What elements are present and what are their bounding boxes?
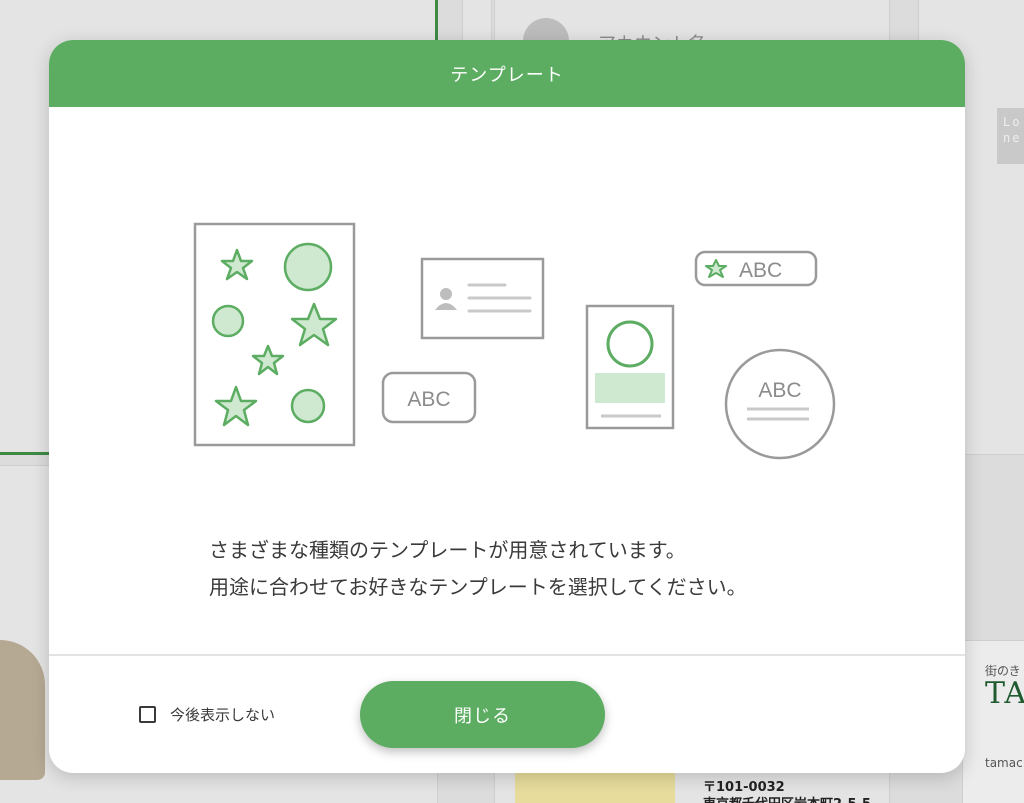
abc-label-text: ABC bbox=[407, 388, 450, 411]
modal-footer: 今後表示しない 閉じる bbox=[49, 656, 965, 773]
circle-icon bbox=[290, 388, 326, 424]
business-card-illustration bbox=[420, 257, 545, 340]
sample-text-block: Lo ne bbox=[997, 108, 1024, 164]
message-line-2: 用途に合わせてお好きなテンプレートを選択してください。 bbox=[209, 575, 747, 599]
portrait-card-illustration bbox=[585, 304, 675, 430]
address: 東京都千代田区岩本町2-5-5 bbox=[703, 793, 871, 803]
star-tag-text: ABC bbox=[739, 259, 782, 282]
modal-message: さまざまな種類のテンプレートが用意されています。 用途に合わせてお好きなテンプレ… bbox=[209, 532, 849, 606]
card-brand: TA bbox=[985, 676, 1024, 711]
round-sticker-text: ABC bbox=[758, 379, 801, 402]
dont-show-again-checkbox[interactable] bbox=[139, 706, 156, 723]
round-sticker-illustration: ABC bbox=[724, 348, 836, 460]
dont-show-again-label: 今後表示しない bbox=[170, 706, 276, 724]
message-line-1: さまざまな種類のテンプレートが用意されています。 bbox=[209, 538, 686, 562]
abc-label-illustration: ABC bbox=[381, 371, 477, 424]
leaf-decoration bbox=[0, 640, 45, 780]
star-tag-illustration: ABC bbox=[694, 250, 818, 287]
circle-icon bbox=[606, 320, 654, 368]
modal-title: テンプレート bbox=[450, 64, 564, 86]
honeycomb-decoration bbox=[515, 772, 675, 803]
modal-header: テンプレート bbox=[49, 40, 965, 107]
templates-illustration: ABC ABC ABC bbox=[193, 222, 836, 460]
pattern-card-illustration bbox=[193, 222, 356, 447]
circle-icon bbox=[211, 304, 245, 338]
template-modal: テンプレート ABC ABC ABC さまざまな種類のテンプレートが用意されてい… bbox=[49, 40, 965, 773]
card-domain: tamac bbox=[985, 756, 1023, 770]
circle-icon bbox=[283, 242, 333, 292]
dont-show-again-option[interactable]: 今後表示しない bbox=[139, 704, 275, 725]
close-button[interactable]: 閉じる bbox=[360, 681, 605, 748]
